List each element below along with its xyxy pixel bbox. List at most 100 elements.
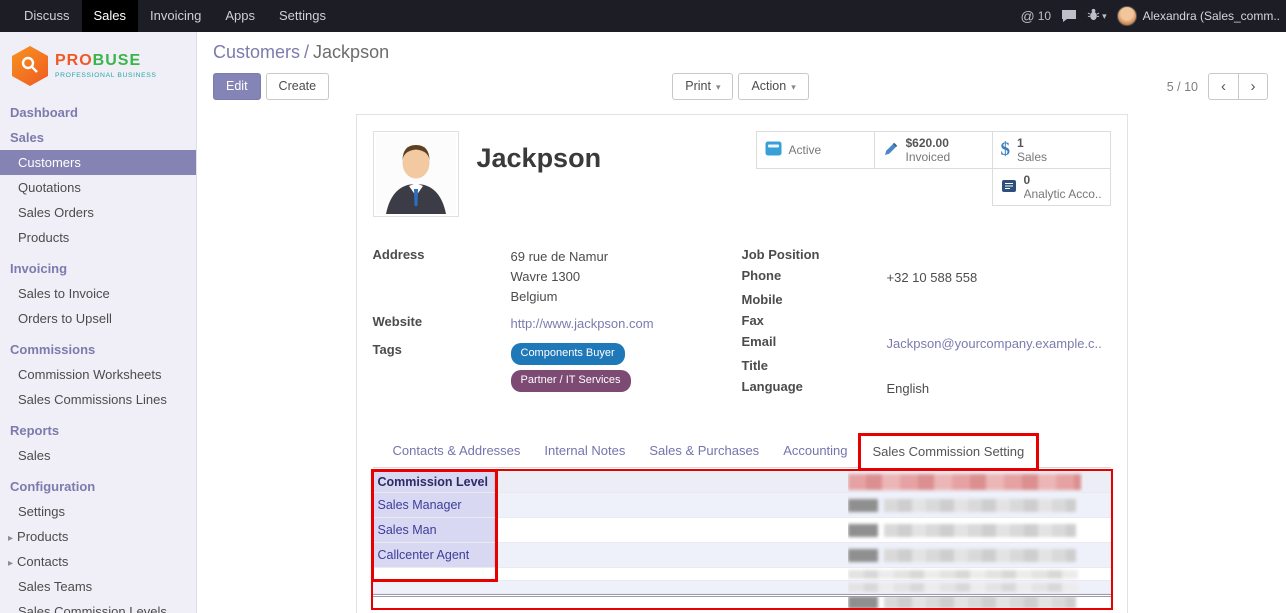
stat-button-invoiced[interactable]: $620.00 Invoiced bbox=[874, 131, 993, 169]
tab-internal-notes[interactable]: Internal Notes bbox=[532, 435, 637, 467]
email-link[interactable]: Jackpson@yourcompany.example.c.. bbox=[887, 336, 1102, 351]
control-panel: Customers/Jackpson Edit Create Print ▾ Ac… bbox=[197, 32, 1286, 100]
address-label: Address bbox=[373, 247, 511, 307]
sidebar-item-sales-commission-levels[interactable]: Sales Commission Levels bbox=[0, 599, 196, 613]
pager-previous-button[interactable]: ‹ bbox=[1208, 73, 1238, 100]
sidebar-nav: Dashboard Sales Customers Quotations Sal… bbox=[0, 100, 196, 613]
record-name: Jackpson bbox=[477, 143, 754, 174]
stat-buttons: Active $620.00 Invoiced $ bbox=[754, 131, 1111, 205]
active-toggle-icon bbox=[765, 141, 782, 159]
caret-down-icon: ▾ bbox=[716, 82, 721, 92]
table-row[interactable]: Sales Manager bbox=[373, 493, 1111, 518]
tab-sales-purchases[interactable]: Sales & Purchases bbox=[637, 435, 771, 467]
row-spacer bbox=[495, 543, 848, 567]
customer-photo[interactable] bbox=[373, 131, 459, 217]
sidebar-section-invoicing[interactable]: Invoicing bbox=[0, 256, 196, 281]
sidebar-item-sales-commissions-lines[interactable]: Sales Commissions Lines bbox=[0, 387, 196, 412]
print-label: Print bbox=[685, 79, 711, 93]
sidebar-item-settings[interactable]: Settings bbox=[0, 499, 196, 524]
pager-next-button[interactable]: › bbox=[1238, 73, 1268, 100]
sidebar-item-config-contacts[interactable]: ▸Contacts bbox=[0, 549, 196, 574]
sidebar-item-sales-to-invoice[interactable]: Sales to Invoice bbox=[0, 281, 196, 306]
tag-partner-it-services[interactable]: Partner / IT Services bbox=[511, 370, 631, 392]
top-menu-discuss[interactable]: Discuss bbox=[12, 0, 82, 32]
print-dropdown[interactable]: Print ▾ bbox=[672, 73, 733, 100]
top-menu-settings[interactable]: Settings bbox=[267, 0, 338, 32]
commission-level-callcenter-agent[interactable]: Callcenter Agent bbox=[373, 543, 495, 567]
edit-button[interactable]: Edit bbox=[213, 73, 261, 100]
action-label: Action bbox=[751, 79, 786, 93]
main-content: Customers/Jackpson Edit Create Print ▾ Ac… bbox=[197, 32, 1286, 613]
stat-label-active: Active bbox=[789, 143, 822, 157]
notebook-tabs: Contacts & Addresses Internal Notes Sale… bbox=[373, 435, 1111, 468]
phone-label: Phone bbox=[742, 268, 887, 288]
table-footer-row bbox=[373, 594, 1111, 608]
mention-count: 10 bbox=[1038, 9, 1051, 23]
sidebar-item-reports-sales[interactable]: Sales bbox=[0, 443, 196, 468]
sidebar-item-quotations[interactable]: Quotations bbox=[0, 175, 196, 200]
mobile-value bbox=[887, 292, 1111, 309]
redacted-cell bbox=[848, 493, 1083, 517]
row-end bbox=[1083, 581, 1111, 593]
language-value: English bbox=[887, 379, 1111, 399]
breadcrumb-customers-link[interactable]: Customers bbox=[213, 42, 300, 62]
debug-menu[interactable]: ▾ bbox=[1087, 8, 1107, 24]
sidebar-section-sales[interactable]: Sales bbox=[0, 125, 196, 150]
top-menu-sales[interactable]: Sales bbox=[82, 0, 139, 32]
table-row[interactable]: Sales Man bbox=[373, 518, 1111, 543]
create-button[interactable]: Create bbox=[266, 73, 330, 100]
expand-caret-icon: ▸ bbox=[8, 558, 13, 569]
website-link[interactable]: http://www.jackpson.com bbox=[511, 316, 654, 331]
breadcrumb: Customers/Jackpson bbox=[213, 42, 1268, 63]
sidebar-item-sales-teams[interactable]: Sales Teams bbox=[0, 574, 196, 599]
header-end bbox=[1083, 471, 1111, 492]
row-spacer bbox=[373, 581, 848, 593]
sidebar-item-products[interactable]: Products bbox=[0, 225, 196, 250]
action-dropdown[interactable]: Action▾ bbox=[738, 73, 808, 100]
table-row-empty bbox=[373, 568, 1111, 581]
stat-label-invoiced: Invoiced bbox=[906, 150, 951, 164]
user-menu[interactable]: Alexandra (Sales_comm.. bbox=[1117, 6, 1280, 26]
row-end bbox=[1083, 543, 1111, 567]
title-label: Title bbox=[742, 358, 887, 375]
sidebar-item-sales-orders[interactable]: Sales Orders bbox=[0, 200, 196, 225]
redacted-cell bbox=[848, 597, 1083, 608]
top-menu-invoicing[interactable]: Invoicing bbox=[138, 0, 213, 32]
redacted-content bbox=[884, 524, 1076, 537]
tag-components-buyer[interactable]: Components Buyer bbox=[511, 343, 625, 365]
sidebar-item-label: Products bbox=[17, 529, 68, 544]
fax-label: Fax bbox=[742, 313, 887, 330]
sidebar-item-orders-to-upsell[interactable]: Orders to Upsell bbox=[0, 306, 196, 331]
top-menu-apps[interactable]: Apps bbox=[213, 0, 267, 32]
redacted-content bbox=[884, 549, 1076, 562]
stat-value-sales: 1 bbox=[1017, 136, 1047, 150]
commission-level-sales-man[interactable]: Sales Man bbox=[373, 518, 495, 542]
commission-table: Commission Level Sales Manager Sales Man bbox=[373, 471, 1111, 608]
sidebar-item-config-products[interactable]: ▸Products bbox=[0, 524, 196, 549]
redacted-cell bbox=[848, 581, 1083, 593]
topbar-right: @ 10 ▾ Alexandra (Sales_comm.. bbox=[1021, 0, 1286, 32]
stat-value-analytic: 0 bbox=[1024, 173, 1102, 187]
row-spacer bbox=[495, 518, 848, 542]
messages-icon[interactable] bbox=[1061, 9, 1077, 23]
tab-sales-commission-setting[interactable]: Sales Commission Setting bbox=[860, 435, 1038, 468]
sidebar-section-reports[interactable]: Reports bbox=[0, 418, 196, 443]
app-logo[interactable]: PROBUSE PROFESSIONAL BUSINESS bbox=[0, 32, 196, 100]
stat-button-analytic-accounts[interactable]: 0 Analytic Acco... bbox=[992, 168, 1111, 206]
sidebar-section-dashboard[interactable]: Dashboard bbox=[0, 100, 196, 125]
sidebar: PROBUSE PROFESSIONAL BUSINESS Dashboard … bbox=[0, 32, 197, 613]
app-body: PROBUSE PROFESSIONAL BUSINESS Dashboard … bbox=[0, 32, 1286, 613]
sidebar-section-configuration[interactable]: Configuration bbox=[0, 474, 196, 499]
table-row[interactable]: Callcenter Agent bbox=[373, 543, 1111, 568]
sidebar-item-commission-worksheets[interactable]: Commission Worksheets bbox=[0, 362, 196, 387]
stat-button-sales[interactable]: $ 1 Sales bbox=[992, 131, 1111, 169]
tab-contacts-addresses[interactable]: Contacts & Addresses bbox=[381, 435, 533, 467]
redacted-content bbox=[884, 499, 1076, 512]
sidebar-section-commissions[interactable]: Commissions bbox=[0, 337, 196, 362]
commission-level-sales-manager[interactable]: Sales Manager bbox=[373, 493, 495, 517]
mention-counter[interactable]: @ 10 bbox=[1021, 8, 1052, 24]
job-position-value bbox=[887, 247, 1111, 264]
tab-accounting[interactable]: Accounting bbox=[771, 435, 859, 467]
sidebar-item-customers[interactable]: Customers bbox=[0, 150, 196, 175]
stat-button-active[interactable]: Active bbox=[756, 131, 875, 169]
